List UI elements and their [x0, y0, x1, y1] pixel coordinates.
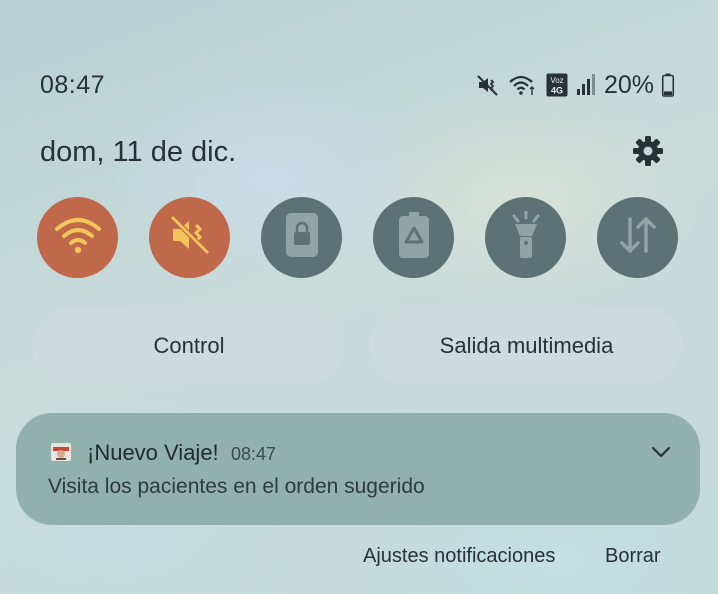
app-icon: [50, 441, 72, 463]
tile-sound[interactable]: [149, 197, 230, 278]
chevron-down-icon[interactable]: [650, 443, 672, 461]
lock-icon: [282, 212, 322, 263]
battery-icon: [662, 73, 674, 97]
notification-title: ¡Nuevo Viaje!: [87, 440, 219, 465]
wifi-icon: [53, 215, 103, 260]
notification-body: Visita los pacientes en el orden sugerid…: [48, 475, 425, 498]
flashlight-icon: [506, 210, 546, 264]
tile-mobile-data[interactable]: [597, 197, 678, 278]
notification-time: 08:47: [231, 444, 277, 464]
media-output-button[interactable]: Salida multimedia: [370, 306, 683, 385]
volte-label-top: Voz: [550, 76, 563, 85]
notification-settings-button[interactable]: Ajustes notificaciones: [363, 545, 555, 568]
data-arrows-icon: [616, 213, 660, 262]
status-clock: 08:47: [40, 71, 106, 99]
tile-wifi[interactable]: [37, 197, 118, 278]
tile-power-saving[interactable]: [373, 197, 454, 278]
wifi-icon: [508, 73, 538, 97]
status-icons: Voz 4G 20%: [476, 70, 674, 100]
battery-recycle-icon: [397, 211, 431, 264]
tile-flashlight[interactable]: [485, 197, 566, 278]
signal-icon: [576, 73, 596, 97]
date-label: dom, 11 de dic.: [40, 136, 237, 168]
mute-vibrate-icon: [476, 73, 500, 97]
battery-percent: 20%: [603, 70, 654, 99]
volte-label-bottom: 4G: [551, 86, 563, 96]
volte-icon: Voz 4G: [546, 73, 568, 97]
tile-screen-lock[interactable]: [261, 197, 342, 278]
mute-vibrate-icon: [168, 213, 212, 262]
control-button[interactable]: Control: [33, 306, 345, 385]
notification-card[interactable]: [16, 413, 700, 525]
gear-icon[interactable]: [630, 133, 666, 169]
clear-button[interactable]: Borrar: [605, 545, 661, 568]
